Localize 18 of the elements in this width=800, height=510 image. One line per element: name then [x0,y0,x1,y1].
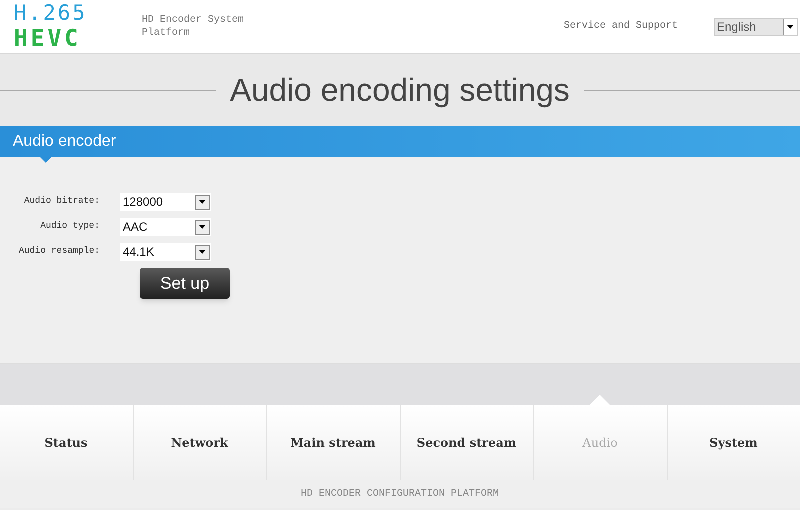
field-label: Audio type: [40,220,101,234]
dropdown[interactable]: 128000 [120,193,211,211]
support-link[interactable]: Service and Support [564,19,678,34]
platform-subtitle: HD Encoder System Platform [142,14,246,40]
page-title: Audio encoding settings [229,71,571,110]
pointer-icon [40,157,52,163]
field-label: Audio resample: [18,245,101,258]
nav-tab[interactable]: Status [0,405,132,480]
pointer-icon [590,395,610,405]
dropdown[interactable]: AAC [120,218,211,236]
language-dropdown[interactable]: English [714,18,798,36]
dropdown[interactable]: 44.1K [120,243,211,261]
logo-text: H.265 [14,2,88,24]
section-title: Audio encoder [13,132,116,152]
footer-text: HD ENCODER CONFIGURATION PLATFORM [300,488,500,502]
set-up-button[interactable]: Set up [140,268,230,299]
field-label: Audio bitrate: [23,195,101,208]
logo-text: HEVC [14,28,82,50]
